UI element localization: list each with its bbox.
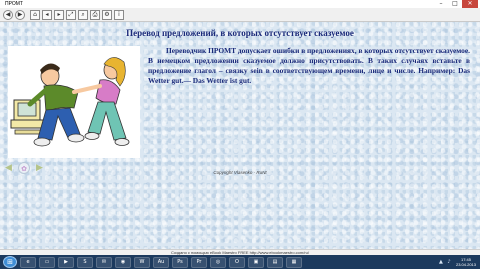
maximize-button[interactable]: □	[448, 0, 462, 8]
folder-icon[interactable]: ▭	[39, 256, 55, 268]
page-body-text: Переводчик ПРОМТ допускает ошибки в пред…	[148, 46, 470, 85]
home-button[interactable]: ⌂	[30, 10, 40, 20]
close-button[interactable]: ✕	[462, 0, 478, 8]
clock-date: 23.04.2013	[455, 262, 476, 267]
start-button[interactable]: ⊞	[3, 256, 17, 268]
audition-icon[interactable]: Au	[153, 256, 169, 268]
fullscreen-button[interactable]: ⤢	[66, 10, 76, 20]
forward-button[interactable]: ▶	[15, 10, 25, 20]
next-page-button[interactable]: ▸	[54, 10, 64, 20]
page-content: Перевод предложений, в которых отсутству…	[0, 22, 480, 249]
reader-toolbar: ◀ ▶ ⌂ ◂ ▸ ⤢ ⌕ ⎙ ⚙ i	[0, 8, 480, 22]
window-controls: – □ ✕	[434, 0, 478, 8]
ie-icon[interactable]: e	[20, 256, 36, 268]
app-icon[interactable]: ▦	[286, 256, 302, 268]
clock[interactable]: 17:45 23.04.2013	[456, 257, 476, 267]
back-button[interactable]: ◀	[3, 10, 13, 20]
window-title: ПРОМТ	[5, 1, 23, 7]
premiere-icon[interactable]: Pr	[191, 256, 207, 268]
info-button[interactable]: i	[114, 10, 124, 20]
cartoon-illustration	[8, 46, 140, 158]
taskbar: ⊞ e ▭ ▶ S ✉ ◉ W Au Ps Pr ◎ O ▣ ▤ ▦ ▲ ♪ 1…	[0, 255, 480, 269]
network-icon[interactable]: ▲	[438, 259, 444, 265]
search-button[interactable]: ⌕	[78, 10, 88, 20]
ebook-icon[interactable]: ▤	[267, 256, 283, 268]
mail-icon[interactable]: ✉	[96, 256, 112, 268]
page-title: Перевод предложений, в которых отсутству…	[126, 28, 354, 38]
options-button[interactable]: ⚙	[102, 10, 112, 20]
photoshop-icon[interactable]: Ps	[172, 256, 188, 268]
word-icon[interactable]: W	[134, 256, 150, 268]
chrome-icon[interactable]: ◎	[210, 256, 226, 268]
window-title-bar: ПРОМТ	[0, 0, 480, 8]
opera-icon[interactable]: O	[229, 256, 245, 268]
player-icon[interactable]: ▣	[248, 256, 264, 268]
firefox-icon[interactable]: ◉	[115, 256, 131, 268]
copyright-text: Copyright Vlasenko - RuNt	[213, 170, 267, 175]
skype-icon[interactable]: S	[77, 256, 93, 268]
system-tray: ▲ ♪ 17:45 23.04.2013	[438, 256, 476, 268]
print-button[interactable]: ⎙	[90, 10, 100, 20]
two-people-pulling-illustration	[10, 57, 130, 147]
volume-icon[interactable]: ♪	[446, 259, 452, 265]
prev-page-button[interactable]: ◂	[42, 10, 52, 20]
media-icon[interactable]: ▶	[58, 256, 74, 268]
minimize-button[interactable]: –	[434, 0, 448, 8]
